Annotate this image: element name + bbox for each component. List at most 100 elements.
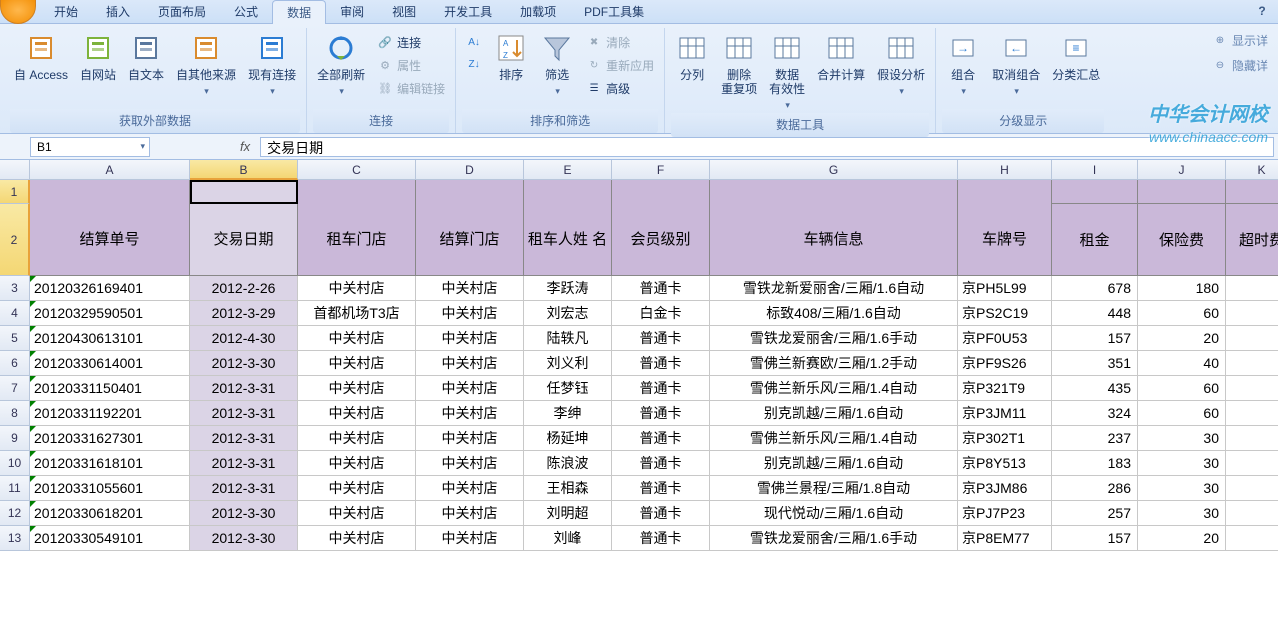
table-cell[interactable]: 白金卡 xyxy=(612,301,710,326)
table-cell[interactable]: 20120430613101 xyxy=(30,326,190,351)
table-cell[interactable]: 刘峰 xyxy=(524,526,612,551)
table-cell[interactable]: 中关村店 xyxy=(298,426,416,451)
header-cell[interactable]: 车辆信息 xyxy=(710,204,958,276)
table-cell[interactable]: 20 xyxy=(1138,326,1226,351)
table-cell[interactable]: 40 xyxy=(1138,351,1226,376)
table-cell[interactable]: 20 xyxy=(1138,526,1226,551)
dt-btn-0[interactable]: 分列 xyxy=(671,30,713,84)
col-header-I[interactable]: I xyxy=(1052,160,1138,180)
sf-small-0[interactable]: ✖清除 xyxy=(582,32,658,53)
table-cell[interactable]: 157 xyxy=(1052,526,1138,551)
table-cell[interactable]: 雪佛兰新乐风/三厢/1.4自动 xyxy=(710,426,958,451)
table-cell[interactable]: 普通卡 xyxy=(612,401,710,426)
table-cell[interactable]: 20120331192201 xyxy=(30,401,190,426)
row-header-2[interactable]: 2 xyxy=(0,204,30,276)
ext-data-btn-0[interactable]: 自 Access xyxy=(10,30,72,84)
header-cell[interactable] xyxy=(298,180,416,204)
col-header-B[interactable]: B↓ xyxy=(190,160,298,180)
table-cell[interactable]: 刘宏志 xyxy=(524,301,612,326)
table-cell[interactable]: 20120331618101 xyxy=(30,451,190,476)
table-cell[interactable]: 京P8Y513 xyxy=(958,451,1052,476)
table-cell[interactable]: 237 xyxy=(1052,426,1138,451)
formula-input[interactable]: 交易日期 xyxy=(260,137,1274,157)
table-cell[interactable]: 中关村店 xyxy=(416,526,524,551)
table-cell[interactable]: 京PF9S26 xyxy=(958,351,1052,376)
table-cell[interactable]: 首都机场T3店 xyxy=(298,301,416,326)
help-icon[interactable]: ? xyxy=(1254,4,1270,20)
table-cell[interactable]: 陆轶凡 xyxy=(524,326,612,351)
col-header-D[interactable]: D xyxy=(416,160,524,180)
header-cell[interactable]: 车牌号 xyxy=(958,204,1052,276)
ext-data-btn-4[interactable]: 现有连接 xyxy=(244,30,300,99)
table-cell[interactable]: 324 xyxy=(1052,401,1138,426)
ribbon-tab-2[interactable]: 页面布局 xyxy=(144,0,220,24)
table-cell[interactable]: 刘明超 xyxy=(524,501,612,526)
table-cell[interactable]: 中关村店 xyxy=(298,451,416,476)
table-cell[interactable]: 2012-3-30 xyxy=(190,351,298,376)
row-header-8[interactable]: 8 xyxy=(0,401,30,426)
table-cell[interactable]: 20120326169401 xyxy=(30,276,190,301)
table-cell[interactable]: 183 xyxy=(1052,451,1138,476)
table-cell[interactable]: 20120330618201 xyxy=(30,501,190,526)
header-cell[interactable] xyxy=(958,180,1052,204)
table-cell[interactable]: 京PS2C19 xyxy=(958,301,1052,326)
ribbon-tab-9[interactable]: PDF工具集 xyxy=(570,0,658,24)
ribbon-tab-4[interactable]: 数据 xyxy=(272,0,326,25)
header-cell[interactable] xyxy=(710,180,958,204)
row-header-11[interactable]: 11 xyxy=(0,476,30,501)
col-header-H[interactable]: H xyxy=(958,160,1052,180)
ribbon-tab-6[interactable]: 视图 xyxy=(378,0,430,24)
table-cell[interactable]: 普通卡 xyxy=(612,351,710,376)
table-cell[interactable]: 杨延坤 xyxy=(524,426,612,451)
header-cell[interactable]: 租金 xyxy=(1052,204,1138,276)
col-header-J[interactable]: J xyxy=(1138,160,1226,180)
table-cell[interactable]: 中关村店 xyxy=(298,526,416,551)
table-cell[interactable]: 20120330614001 xyxy=(30,351,190,376)
table-cell[interactable]: 王相森 xyxy=(524,476,612,501)
table-cell[interactable]: 中关村店 xyxy=(416,376,524,401)
table-cell[interactable]: 普通卡 xyxy=(612,451,710,476)
row-header-5[interactable]: 5 xyxy=(0,326,30,351)
ext-data-btn-3[interactable]: 自其他来源 xyxy=(172,30,240,99)
header-cell[interactable]: 交易日期 xyxy=(190,204,298,276)
table-cell[interactable]: 雪佛兰新赛欧/三厢/1.2手动 xyxy=(710,351,958,376)
table-cell[interactable]: 2012-3-31 xyxy=(190,476,298,501)
fx-label[interactable]: fx xyxy=(150,139,260,154)
sort-button[interactable]: AZ 排序 xyxy=(490,30,532,84)
row-header-3[interactable]: 3 xyxy=(0,276,30,301)
table-cell[interactable]: 2012-2-26 xyxy=(190,276,298,301)
table-cell[interactable]: 20120331627301 xyxy=(30,426,190,451)
table-cell[interactable]: 中关村店 xyxy=(416,276,524,301)
sf-small-1[interactable]: ↻重新应用 xyxy=(582,55,658,76)
sort-desc-button[interactable]: Z↓ xyxy=(462,54,486,74)
table-cell[interactable]: 中关村店 xyxy=(416,326,524,351)
table-cell[interactable]: 157 xyxy=(1052,326,1138,351)
table-cell[interactable]: 普通卡 xyxy=(612,501,710,526)
ribbon-tab-5[interactable]: 审阅 xyxy=(326,0,378,24)
table-cell[interactable]: 京P302T1 xyxy=(958,426,1052,451)
dt-btn-3[interactable]: 合并计算 xyxy=(813,30,869,84)
table-cell[interactable]: 2012-3-31 xyxy=(190,426,298,451)
row-header-7[interactable]: 7 xyxy=(0,376,30,401)
outline-btn-0[interactable]: →组合 xyxy=(942,30,984,99)
col-header-C[interactable]: C xyxy=(298,160,416,180)
dt-btn-1[interactable]: 删除重复项 xyxy=(717,30,761,98)
table-cell[interactable]: 中关村店 xyxy=(416,301,524,326)
header-cell[interactable]: 结算门店 xyxy=(416,204,524,276)
table-cell[interactable]: 60 xyxy=(1138,376,1226,401)
table-cell[interactable]: 180 xyxy=(1138,276,1226,301)
table-cell[interactable]: 448 xyxy=(1052,301,1138,326)
table-cell[interactable]: 257 xyxy=(1052,501,1138,526)
table-cell[interactable]: 2012-3-31 xyxy=(190,376,298,401)
table-cell[interactable]: 普通卡 xyxy=(612,426,710,451)
table-cell[interactable]: 中关村店 xyxy=(298,351,416,376)
table-cell[interactable]: 中关村店 xyxy=(298,326,416,351)
table-cell[interactable]: 20120331055601 xyxy=(30,476,190,501)
table-cell[interactable]: 京PH5L99 xyxy=(958,276,1052,301)
table-cell[interactable]: 雪佛兰景程/三厢/1.8自动 xyxy=(710,476,958,501)
row-header-13[interactable]: 13 xyxy=(0,526,30,551)
table-cell[interactable]: 别克凯越/三厢/1.6自动 xyxy=(710,451,958,476)
table-cell[interactable]: 351 xyxy=(1052,351,1138,376)
header-cell[interactable] xyxy=(524,180,612,204)
table-cell[interactable]: 2012-3-29 xyxy=(190,301,298,326)
